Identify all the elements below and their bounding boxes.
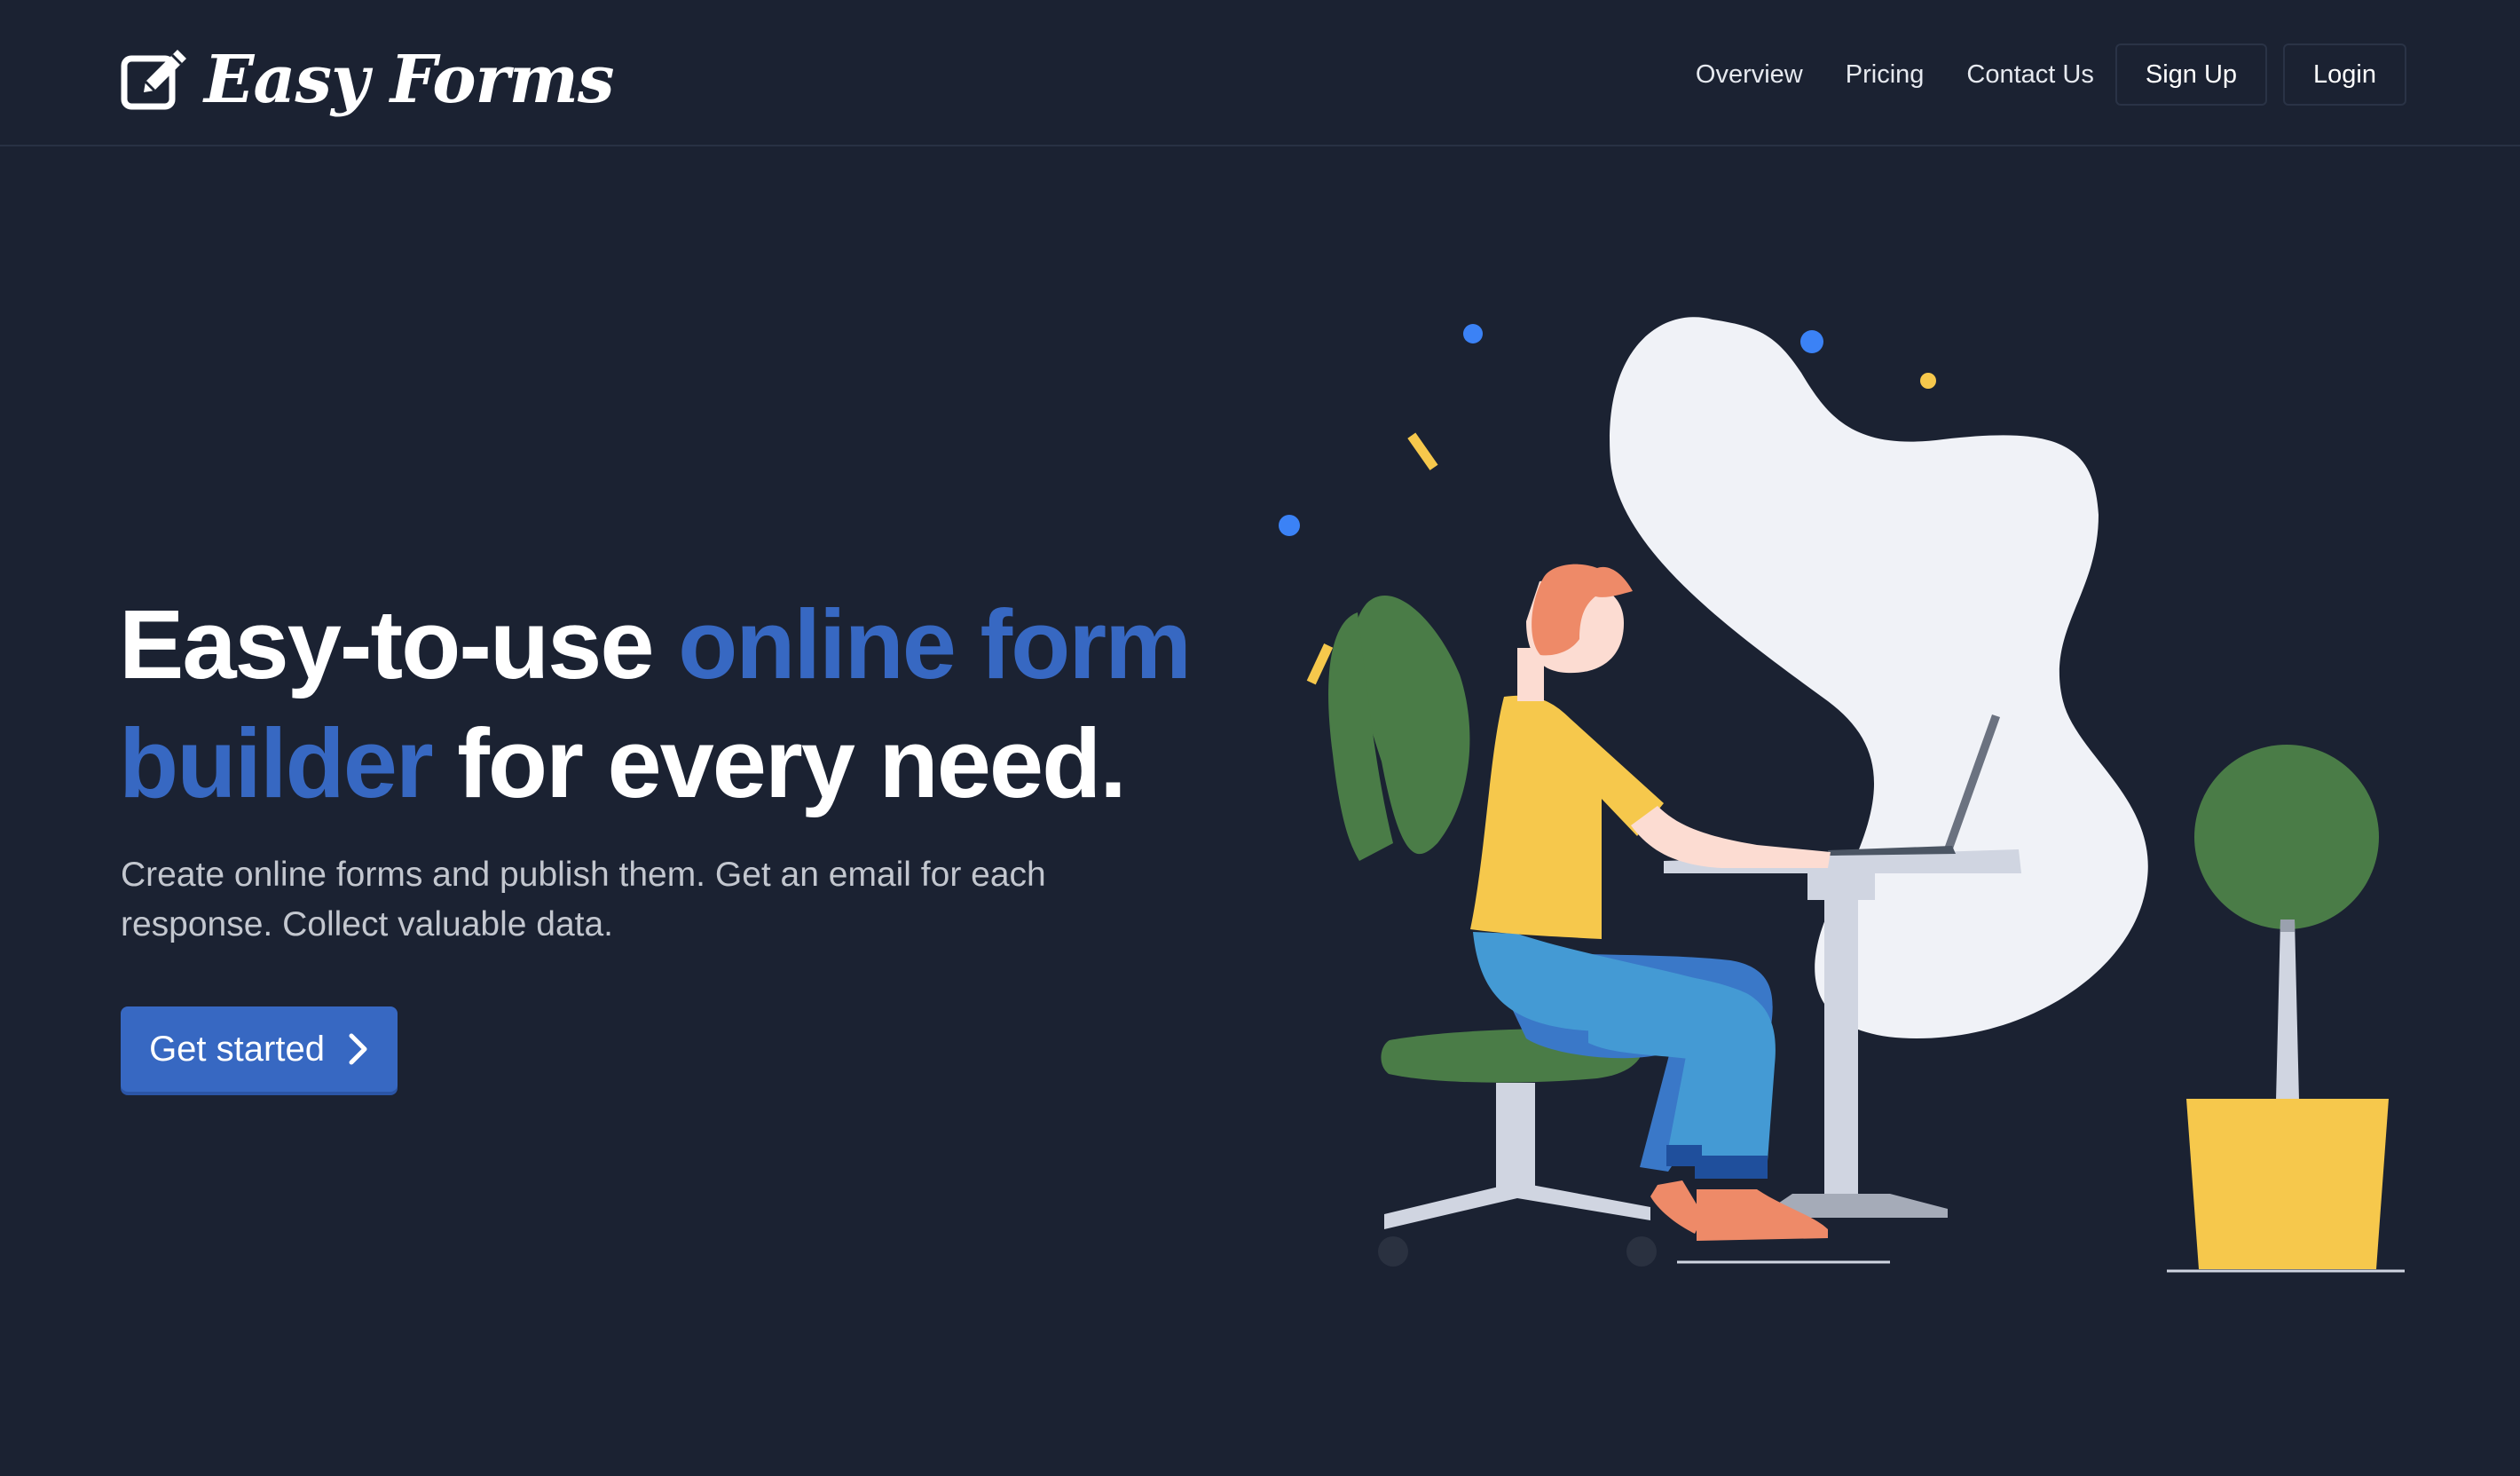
person-cuff-front xyxy=(1695,1156,1768,1179)
hero-title: Easy-to-use online form builder for ever… xyxy=(119,586,1272,824)
nav-link-pricing[interactable]: Pricing xyxy=(1846,60,1925,90)
person-shoe-back xyxy=(1650,1180,1704,1234)
confetti-dot xyxy=(1920,373,1936,389)
desk-post xyxy=(1824,900,1858,1202)
plant-pot xyxy=(2186,1099,2389,1269)
nav-link-overview[interactable]: Overview xyxy=(1696,60,1803,90)
hero-title-part2: for every need. xyxy=(431,709,1127,818)
chair-post xyxy=(1496,1083,1535,1189)
landing-page: Easy Forms Overview Pricing Contact Us S… xyxy=(0,0,2520,1476)
get-started-label: Get started xyxy=(149,1029,325,1069)
nav-link-contact-us[interactable]: Contact Us xyxy=(1966,60,2093,90)
chair-base xyxy=(1384,1182,1650,1229)
chevron-right-icon xyxy=(349,1033,367,1065)
chair-wheel xyxy=(1626,1236,1657,1267)
plant-stem xyxy=(2276,920,2299,1101)
sign-up-button[interactable]: Sign Up xyxy=(2114,43,2268,106)
main-nav: Overview Pricing Contact Us Sign Up Logi… xyxy=(1653,43,2406,107)
confetti-dot xyxy=(1800,330,1823,353)
desk-post-cap xyxy=(1807,873,1875,900)
chair-wheel xyxy=(1378,1236,1408,1267)
confetti-dot xyxy=(1463,324,1483,343)
brand-logo[interactable]: Easy Forms xyxy=(119,36,615,124)
background-blob xyxy=(1610,317,2148,1039)
brand-name: Easy Forms xyxy=(204,42,615,118)
person-shirt xyxy=(1470,695,1664,939)
hero-title-part1: Easy-to-use xyxy=(119,590,679,699)
hero-illustration xyxy=(1279,317,2405,1273)
edit-square-icon xyxy=(121,50,186,110)
person-arm xyxy=(1631,806,1831,868)
login-button[interactable]: Login xyxy=(2283,43,2406,106)
confetti-dot xyxy=(1279,515,1300,536)
get-started-button[interactable]: Get started xyxy=(121,1006,398,1092)
plant-canopy xyxy=(2194,745,2379,929)
hero-subtitle: Create online forms and publish them. Ge… xyxy=(121,856,1046,943)
top-navbar: Easy Forms Overview Pricing Contact Us S… xyxy=(0,0,2520,146)
confetti-strip xyxy=(1407,432,1438,470)
plant-stem-joint xyxy=(2280,920,2295,932)
